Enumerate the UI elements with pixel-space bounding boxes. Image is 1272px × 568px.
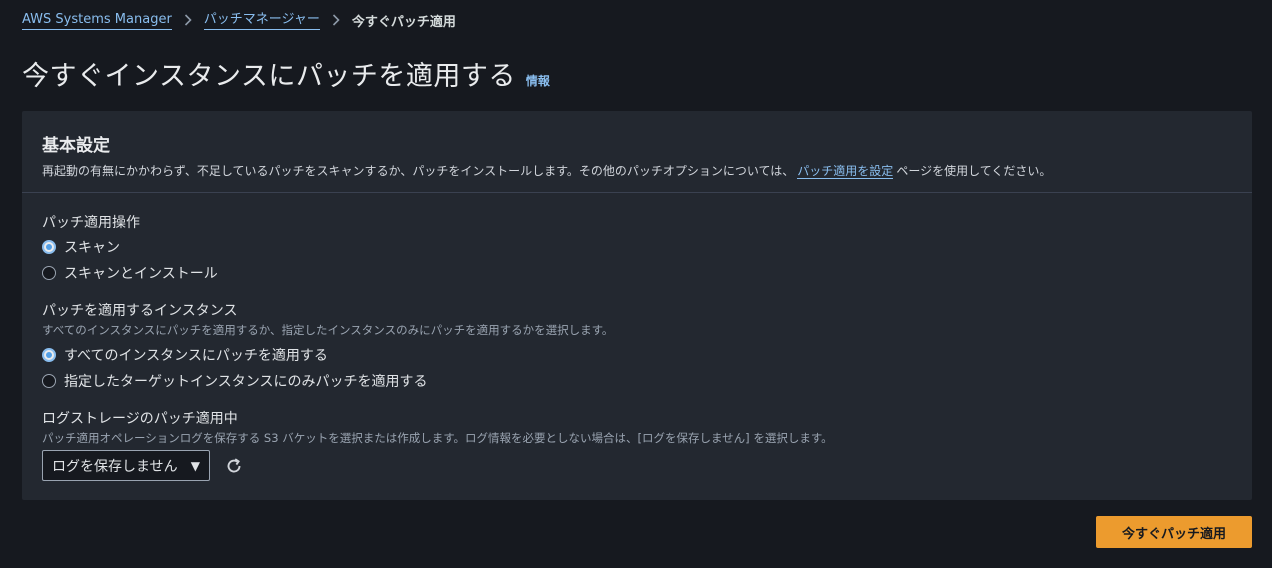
chevron-right-icon	[330, 14, 342, 26]
caret-down-icon: ▼	[190, 458, 200, 473]
info-link[interactable]: 情報	[526, 72, 550, 89]
radio-option-scan[interactable]: スキャン	[42, 234, 1232, 260]
page-title: 今すぐインスタンスにパッチを適用する	[22, 61, 516, 92]
breadcrumb-link-systems-manager[interactable]: AWS Systems Manager	[22, 11, 172, 30]
radio-label: スキャンとインストール	[64, 266, 218, 282]
breadcrumb: AWS Systems Manager パッチマネージャー 今すぐパッチ適用	[22, 10, 456, 30]
target-instances-label: パッチを適用するインスタンス	[42, 303, 238, 319]
panel-body: パッチ適用操作 スキャン スキャンとインストール パッチを適用するインスタンス …	[22, 193, 1252, 514]
refresh-icon[interactable]	[224, 456, 244, 476]
patch-operation-field: パッチ適用操作 スキャン スキャンとインストール	[42, 212, 1232, 286]
radio-button[interactable]	[42, 240, 56, 254]
target-instances-field: パッチを適用するインスタンス すべてのインスタンスにパッチを適用するか、指定した…	[42, 300, 1232, 394]
panel-description-text-end: ページを使用してください。	[896, 164, 1052, 178]
panel-title: 基本設定	[42, 136, 110, 156]
select-value: ログを保存しません	[52, 458, 178, 475]
panel-description: 再起動の有無にかかわらず、不足しているパッチをスキャンするか、パッチをインストー…	[42, 162, 1232, 179]
apply-patch-now-button[interactable]: 今すぐパッチ適用	[1096, 516, 1252, 548]
log-bucket-select[interactable]: ログを保存しません ▼	[42, 450, 210, 481]
log-storage-label: ログストレージのパッチ適用中	[42, 411, 238, 427]
radio-button[interactable]	[42, 374, 56, 388]
radio-label: 指定したターゲットインスタンスにのみパッチを適用する	[64, 374, 428, 390]
radio-button[interactable]	[42, 348, 56, 362]
radio-button[interactable]	[42, 266, 56, 280]
log-storage-description: パッチ適用オペレーションログを保存する S3 バケットを選択または作成します。ロ…	[42, 431, 833, 445]
log-storage-field: ログストレージのパッチ適用中 パッチ適用オペレーションログを保存する S3 バケ…	[42, 408, 1232, 481]
patch-operation-label: パッチ適用操作	[42, 215, 140, 231]
configure-patching-link[interactable]: パッチ適用を設定	[797, 164, 894, 179]
breadcrumb-link-patch-manager[interactable]: パッチマネージャー	[203, 11, 320, 30]
breadcrumb-current: 今すぐパッチ適用	[351, 14, 456, 30]
radio-option-all-instances[interactable]: すべてのインスタンスにパッチを適用する	[42, 342, 1232, 368]
panel-header: 基本設定 再起動の有無にかかわらず、不足しているパッチをスキャンするか、パッチを…	[22, 111, 1252, 193]
radio-option-target-instances[interactable]: 指定したターゲットインスタンスにのみパッチを適用する	[42, 368, 1232, 394]
chevron-right-icon	[182, 14, 194, 26]
radio-option-scan-and-install[interactable]: スキャンとインストール	[42, 260, 1232, 286]
page-header: 今すぐインスタンスにパッチを適用する 情報	[22, 54, 550, 93]
radio-label: すべてのインスタンスにパッチを適用する	[64, 348, 328, 364]
basic-settings-panel: 基本設定 再起動の有無にかかわらず、不足しているパッチをスキャンするか、パッチを…	[22, 111, 1252, 500]
panel-description-text: 再起動の有無にかかわらず、不足しているパッチをスキャンするか、パッチをインストー…	[42, 164, 795, 178]
radio-label: スキャン	[64, 240, 120, 256]
log-storage-controls: ログを保存しません ▼	[42, 450, 1232, 481]
target-instances-description: すべてのインスタンスにパッチを適用するか、指定したインスタンスのみにパッチを適用…	[42, 323, 614, 337]
